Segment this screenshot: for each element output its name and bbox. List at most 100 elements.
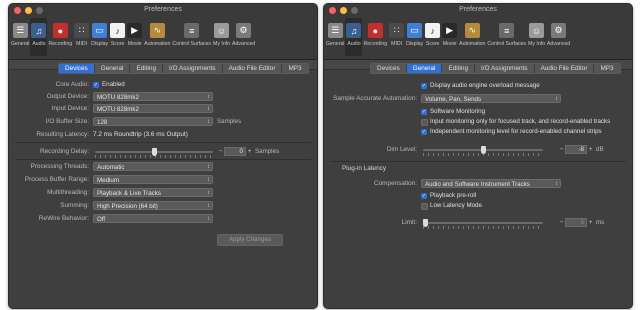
toolbar-advanced[interactable]: ⚙ Advanced <box>231 18 256 56</box>
tab-i-o-assignments[interactable]: I/O Assignments <box>163 64 223 73</box>
tab-mp3[interactable]: MP3 <box>282 64 307 73</box>
toolbar-general[interactable]: ☰ General <box>10 18 30 56</box>
software-monitoring-label: Software Monitoring <box>430 108 486 115</box>
tab-editing[interactable]: Editing <box>130 64 164 73</box>
input-device-select[interactable]: MOTU 828mk2 <box>93 104 213 114</box>
tab-audio-file-editor[interactable]: Audio File Editor <box>223 64 283 73</box>
toolbar-my-info[interactable]: ☺ My Info <box>527 18 546 56</box>
dim-level-knob[interactable] <box>480 146 486 154</box>
limit-knob[interactable] <box>422 219 428 227</box>
decrement-icon[interactable]: − <box>558 146 565 153</box>
toolbar-advanced[interactable]: ⚙ Advanced <box>546 18 571 56</box>
limit-unit: ms <box>596 219 605 226</box>
display-overload-checkbox[interactable]: ✓ <box>421 83 427 89</box>
resulting-latency-label: Resulting Latency: <box>36 131 89 138</box>
output-device-select[interactable]: MOTU 828mk2 <box>93 92 213 102</box>
software-monitoring-checkbox[interactable]: ✓ <box>421 109 427 115</box>
recording-delay-unit: Samples <box>255 148 280 155</box>
audio-icon: ♫ <box>31 23 47 38</box>
limit-stepper[interactable]: − 5 + <box>558 218 594 227</box>
resulting-latency-value: 7.2 ms Roundtrip (3.6 ms Output) <box>93 131 188 138</box>
tab-audio-file-editor[interactable]: Audio File Editor <box>535 64 595 73</box>
tab-general[interactable]: General <box>95 64 131 73</box>
recording-delay-stepper[interactable]: − 0 + <box>217 147 253 156</box>
toolbar-control-surfaces[interactable]: ≡ Control Surfaces <box>486 18 527 56</box>
toolbar-display[interactable]: ▭ Display <box>90 18 109 56</box>
input-monitoring-label: Input monitoring only for focused track,… <box>430 118 611 125</box>
increment-icon[interactable]: + <box>587 219 594 226</box>
automation-icon: ∿ <box>464 23 480 38</box>
toolbar-score[interactable]: ♪ Score <box>109 18 126 56</box>
audio-icon: ♫ <box>346 23 362 38</box>
toolbar-automation[interactable]: ∿ Automation <box>458 18 486 56</box>
decrement-icon[interactable]: − <box>558 219 565 226</box>
toolbar-display[interactable]: ▭ Display <box>405 18 424 56</box>
recording-delay-knob[interactable] <box>151 148 157 156</box>
toolbar-label: My Info <box>213 41 231 47</box>
toolbar-audio[interactable]: ♫ Audio <box>30 18 48 56</box>
toolbar-recording[interactable]: ● Recording <box>47 18 73 56</box>
io-buffer-select[interactable]: 128 <box>93 117 213 127</box>
summing-select[interactable]: High Precision (64 bit) <box>93 201 213 211</box>
dim-level-stepper[interactable]: − -8 + <box>558 145 594 154</box>
increment-icon[interactable]: + <box>587 146 594 153</box>
processing-threads-select[interactable]: Automatic <box>93 162 213 172</box>
toolbar-automation[interactable]: ∿ Automation <box>143 18 171 56</box>
limit-value[interactable]: 5 <box>565 218 587 227</box>
toolbar-general[interactable]: ☰ General <box>325 18 345 56</box>
gear-icon: ⚙ <box>236 23 252 38</box>
tab-i-o-assignments[interactable]: I/O Assignments <box>475 64 535 73</box>
core-audio-value: Enabled <box>102 81 125 88</box>
input-monitoring-checkbox[interactable] <box>421 119 428 126</box>
toolbar-label: Recording <box>363 41 388 47</box>
multithreading-select[interactable]: Playback & Live Tracks <box>93 188 213 198</box>
toolbar-control-surfaces[interactable]: ≡ Control Surfaces <box>171 18 212 56</box>
toolbar-label: Control Surfaces <box>172 41 212 47</box>
toolbar-audio[interactable]: ♫ Audio <box>345 18 363 56</box>
decrement-icon[interactable]: − <box>217 148 224 155</box>
toolbar-label: Movie <box>442 41 457 47</box>
title-bar: Preferences <box>9 4 317 18</box>
increment-icon[interactable]: + <box>246 148 253 155</box>
automation-icon: ∿ <box>149 23 165 38</box>
toolbar-movie[interactable]: ▶ Movie <box>126 18 143 56</box>
toolbar-recording[interactable]: ● Recording <box>362 18 388 56</box>
independent-monitoring-checkbox[interactable]: ✓ <box>421 129 427 135</box>
compensation-select[interactable]: Audio and Software Instrument Tracks <box>421 179 561 189</box>
toolbar-label: Score <box>425 41 440 47</box>
process-buffer-select[interactable]: Medium <box>93 175 213 185</box>
io-buffer-unit: Samples <box>217 118 242 125</box>
toolbar-my-info[interactable]: ☺ My Info <box>212 18 231 56</box>
toolbar-label: Audio <box>347 41 361 47</box>
playback-preroll-checkbox[interactable]: ✓ <box>421 193 427 199</box>
record-icon: ● <box>52 23 68 38</box>
recording-delay-value[interactable]: 0 <box>224 147 246 156</box>
sample-accurate-label: Sample Accurate Automation: <box>333 95 417 102</box>
toolbar-label: Score <box>110 41 125 47</box>
toolbar-midi[interactable]: ∷ MIDI <box>388 18 405 56</box>
rewire-select[interactable]: Off <box>93 214 213 224</box>
core-audio-checkbox[interactable]: ✓ <box>93 82 99 88</box>
toolbar-label: Recording <box>48 41 73 47</box>
tab-mp3[interactable]: MP3 <box>594 64 619 73</box>
toolbar-label: Display <box>91 41 109 47</box>
tab-devices[interactable]: Devices <box>59 64 95 73</box>
switch-icon: ☰ <box>327 23 343 38</box>
toolbar-score[interactable]: ♪ Score <box>424 18 441 56</box>
devices-pane: Core Audio: ✓ Enabled Output Device: MOT… <box>9 69 317 308</box>
movie-icon: ▶ <box>442 23 458 38</box>
toolbar-movie[interactable]: ▶ Movie <box>441 18 458 56</box>
apply-changes-button[interactable]: Apply Changes <box>217 234 283 246</box>
low-latency-checkbox[interactable] <box>421 203 428 210</box>
tab-devices[interactable]: Devices <box>371 64 407 73</box>
tab-editing[interactable]: Editing <box>442 64 476 73</box>
toolbar-midi[interactable]: ∷ MIDI <box>73 18 90 56</box>
dim-level-value[interactable]: -8 <box>565 145 587 154</box>
tab-general[interactable]: General <box>406 64 443 73</box>
independent-monitoring-label: Independent monitoring level for record-… <box>430 128 602 135</box>
pane-tabs: Devices General Editing I/O Assignments Audi… <box>58 63 309 74</box>
multithreading-label: Multithreading: <box>47 189 89 196</box>
limit-slider[interactable] <box>423 222 543 224</box>
score-icon: ♪ <box>110 23 126 38</box>
sample-accurate-select[interactable]: Volume, Pan, Sends <box>421 94 561 104</box>
